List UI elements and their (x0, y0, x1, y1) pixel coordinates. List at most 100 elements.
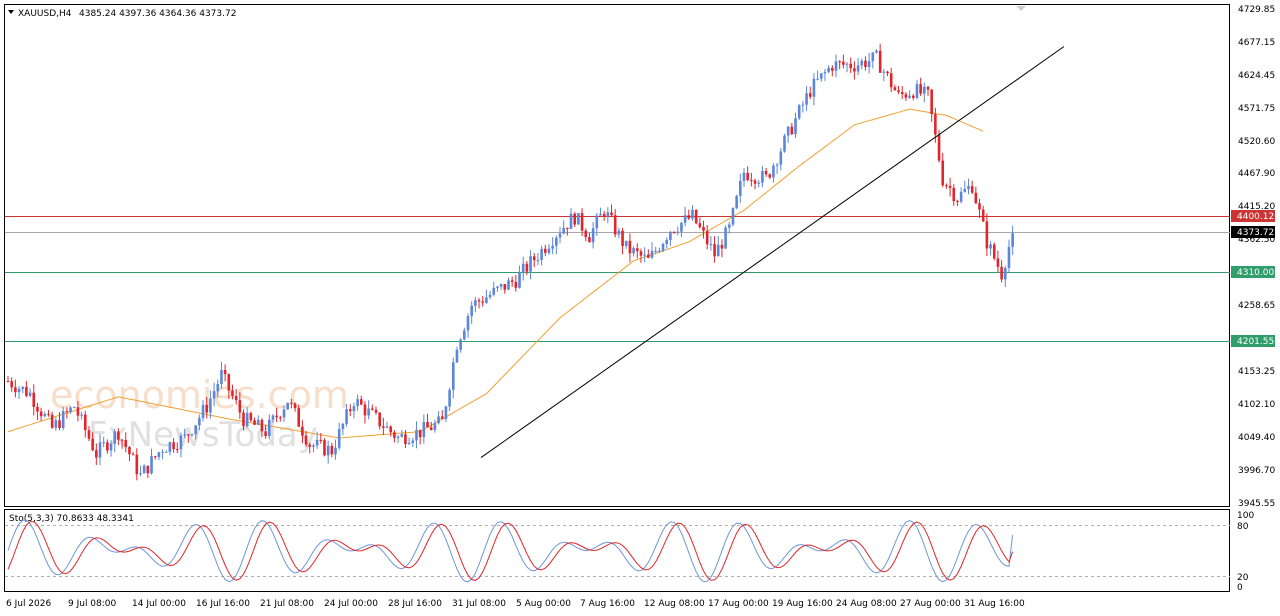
price-tick: 4520.60 (1238, 137, 1275, 147)
bull-candle (786, 126, 790, 136)
bear-candle (610, 212, 613, 216)
bull-candle (731, 208, 735, 225)
bull-candle (485, 297, 488, 303)
bear-candle (510, 280, 514, 282)
bear-candle (172, 442, 175, 450)
bull-candle (547, 248, 551, 253)
bull-candle (967, 186, 970, 189)
bull-candle (474, 300, 477, 306)
bear-candle (1000, 266, 1003, 280)
bear-candle (702, 226, 705, 231)
bear-candle (359, 399, 363, 405)
bull-candle (433, 423, 437, 431)
bear-candle (746, 172, 749, 181)
collapse-triangle-icon[interactable] (8, 10, 14, 14)
bear-candle (279, 417, 282, 419)
bear-candle (503, 284, 507, 290)
bear-candle (628, 240, 632, 254)
time-tick: 24 Jul 00:00 (324, 599, 378, 609)
bear-candle (389, 426, 393, 433)
bear-candle (580, 213, 584, 231)
bull-candle (80, 414, 83, 416)
bull-candle (867, 61, 871, 68)
bear-candle (330, 445, 334, 455)
watermark-economies: economies.com (50, 373, 349, 417)
bull-candle (724, 227, 727, 249)
bull-candle (492, 287, 496, 295)
bull-candle (444, 406, 448, 420)
bear-candle (904, 94, 908, 98)
trendline-layer (480, 46, 1065, 458)
bull-candle (875, 50, 878, 53)
bear-candle (532, 256, 536, 261)
bear-candle (911, 95, 915, 98)
bear-candle (613, 215, 617, 235)
bear-candle (753, 180, 757, 184)
bull-candle (819, 73, 823, 79)
bull-candle (569, 213, 573, 229)
bear-candle (768, 174, 772, 178)
bull-candle (551, 245, 554, 249)
bull-candle (337, 428, 341, 448)
bull-candle (536, 259, 540, 261)
bear-candle (985, 221, 989, 249)
bull-candle (315, 440, 319, 446)
bull-candle (680, 222, 683, 232)
bear-candle (941, 160, 945, 186)
bull-candle (459, 339, 462, 350)
bull-candle (1011, 233, 1014, 247)
time-tick: 19 Aug 16:00 (772, 599, 833, 609)
bull-candle (772, 165, 775, 178)
resistance-price-label: 4400.12 (1237, 212, 1274, 222)
bull-candle (352, 406, 356, 412)
bear-candle (889, 73, 893, 88)
bull-candle (845, 63, 849, 65)
bull-candle (591, 228, 595, 243)
bull-candle (466, 316, 470, 331)
bear-candle (36, 406, 39, 412)
bull-candle (312, 445, 315, 447)
bear-candle (187, 434, 190, 436)
price-axis-labels: 4729.85 4677.15 4624.45 4571.75 4520.60 … (1238, 5, 1275, 509)
bear-candle (842, 61, 845, 65)
bull-candle (212, 391, 216, 399)
stoch-frame (4, 509, 1230, 592)
bull-candle (282, 409, 286, 418)
bull-candle (164, 451, 168, 453)
current-price-label: 4373.72 (1237, 228, 1274, 238)
bull-candle (555, 237, 558, 246)
bull-candle (654, 250, 657, 252)
bear-candle (128, 447, 131, 455)
bull-candle (407, 442, 411, 445)
bear-candle (937, 134, 941, 161)
bull-candle (823, 71, 827, 74)
bull-candle (665, 239, 669, 245)
support-price-label: 4310.00 (1237, 268, 1274, 278)
bear-candle (95, 450, 98, 458)
bull-candle (801, 104, 805, 106)
chart-canvas[interactable]: XAUUSD,H4 4385.24 4397.36 4364.36 4373.7… (0, 0, 1280, 616)
bull-candle (161, 451, 164, 453)
bear-candle (514, 281, 518, 288)
price-tick: 4467.90 (1238, 169, 1275, 179)
bear-candle (893, 87, 897, 91)
bull-candle (216, 383, 220, 392)
ascending-trendline[interactable] (480, 46, 1065, 458)
time-tick: 24 Aug 08:00 (836, 599, 897, 609)
bull-candle (61, 411, 65, 428)
bear-candle (639, 251, 643, 256)
bull-candle (142, 465, 146, 474)
bull-candle (871, 52, 875, 62)
bull-candle (496, 286, 499, 288)
bear-candle (956, 200, 959, 202)
bull-candle (794, 118, 797, 135)
bear-candle (713, 244, 716, 257)
bull-candle (470, 305, 473, 317)
bear-candle (83, 414, 87, 431)
stoch-tick: 100 (1237, 511, 1254, 521)
one-click-trading-icon[interactable] (1016, 6, 1026, 11)
bull-candle (271, 415, 275, 420)
bull-candle (606, 212, 610, 217)
bear-candle (481, 301, 485, 303)
bull-candle (709, 244, 713, 246)
